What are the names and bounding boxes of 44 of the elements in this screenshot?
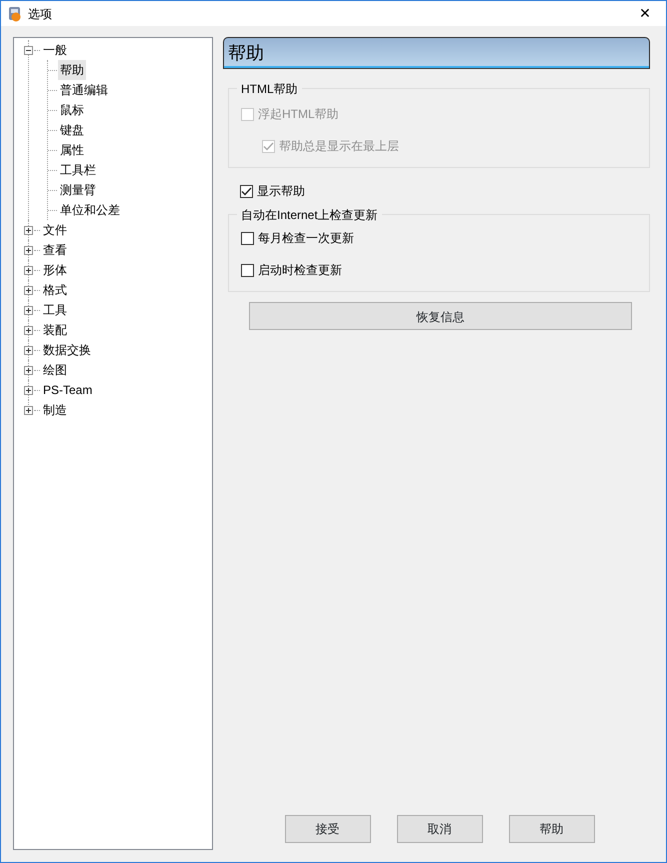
expand-icon[interactable] <box>24 386 33 394</box>
dialog-button[interactable]: 帮助 <box>508 815 594 843</box>
expand-icon[interactable] <box>24 246 33 254</box>
tree-item[interactable]: 属性 <box>58 140 86 160</box>
expand-icon[interactable] <box>24 326 33 334</box>
tree-item[interactable]: 格式 <box>41 281 69 299</box>
checkmark-icon <box>241 186 252 196</box>
tree-item[interactable]: 鼠标 <box>58 100 86 120</box>
app-icon <box>7 6 23 22</box>
tree-item[interactable]: 查看 <box>41 241 69 259</box>
checkbox-option[interactable]: 启动时检查更新 <box>241 259 637 281</box>
tree-item[interactable]: 绘图 <box>41 361 69 379</box>
tree-item[interactable]: 工具栏 <box>58 160 98 180</box>
tree-item[interactable]: 数据交换 <box>41 341 93 359</box>
tree-item[interactable]: 一般 <box>41 41 69 59</box>
tree-item[interactable]: 工具 <box>41 301 69 319</box>
dialog-button[interactable]: 取消 <box>396 815 482 843</box>
tree-item[interactable]: 普通编辑 <box>58 80 110 100</box>
tree-item[interactable]: 装配 <box>41 321 69 339</box>
tree-item[interactable]: 键盘 <box>58 120 86 140</box>
page-header: 帮助 <box>223 37 650 69</box>
expand-icon[interactable] <box>24 286 33 294</box>
checkbox-option[interactable]: 每月检查一次更新 <box>241 227 637 249</box>
checkmark-icon <box>263 142 274 150</box>
group-title: 自动在Internet上检查更新 <box>237 206 382 224</box>
tree-item[interactable]: 形体 <box>41 261 69 279</box>
tree-item[interactable]: 单位和公差 <box>58 200 122 220</box>
tree-item[interactable]: PS-Team <box>41 381 94 399</box>
checkbox-option[interactable]: 显示帮助 <box>240 180 650 202</box>
tree-item[interactable]: 文件 <box>41 221 69 239</box>
collapse-icon[interactable] <box>24 46 33 54</box>
window-title: 选项 <box>28 6 52 22</box>
expand-icon[interactable] <box>24 346 33 354</box>
close-button[interactable]: ✕ <box>630 3 660 24</box>
expand-icon[interactable] <box>24 306 33 314</box>
expand-icon[interactable] <box>24 406 33 414</box>
expand-icon[interactable] <box>24 266 33 274</box>
restore-button[interactable]: 恢复信息 <box>249 302 632 330</box>
tree-item[interactable]: 帮助 <box>58 60 86 80</box>
expand-icon[interactable] <box>24 366 33 374</box>
dialog-button[interactable]: 接受 <box>284 815 370 843</box>
tree-item[interactable]: 制造 <box>41 401 69 419</box>
tree-item[interactable]: 测量臂 <box>58 180 98 200</box>
expand-icon[interactable] <box>24 226 33 234</box>
